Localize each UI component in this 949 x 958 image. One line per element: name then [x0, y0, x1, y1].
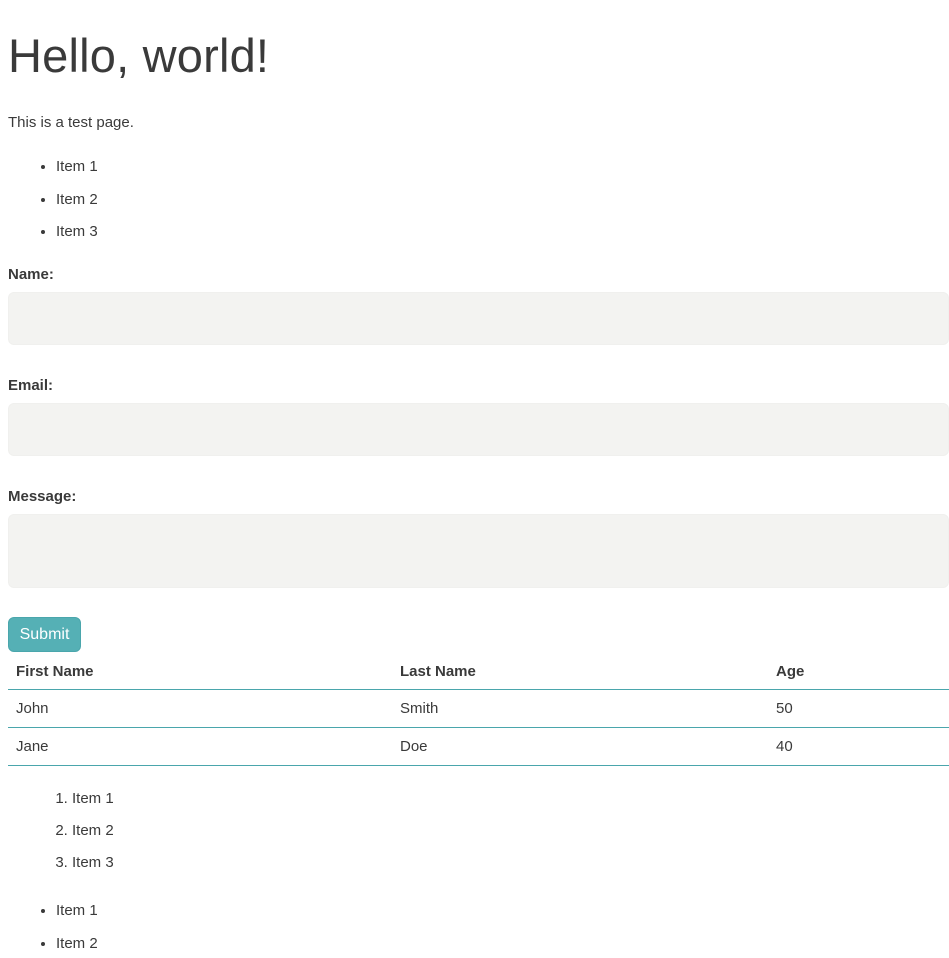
list-item: Item 2 — [56, 934, 98, 958]
table-header-row: First Name Last Name Age — [8, 653, 949, 690]
message-textarea[interactable] — [8, 514, 949, 588]
table-row: John Smith 50 — [8, 689, 949, 728]
list-item: Item 1 — [56, 157, 98, 190]
list-item: Item 1 — [72, 789, 114, 821]
page-title: Hello, world! — [8, 29, 270, 82]
email-input[interactable] — [8, 403, 949, 456]
cell-last-name: Doe — [392, 727, 768, 766]
list-item: Item 1 — [56, 901, 98, 934]
email-label: Email: — [8, 377, 54, 394]
list-item: Item 3 — [72, 853, 114, 885]
cell-first-name: Jane — [8, 727, 392, 766]
column-header-first-name: First Name — [8, 653, 392, 690]
list-item: Item 3 — [56, 222, 98, 255]
ordered-list: Item 1 Item 2 Item 3 — [8, 789, 114, 885]
intro-text: This is a test page. — [8, 114, 134, 131]
message-label: Message: — [8, 488, 77, 505]
bottom-bullet-list: Item 1 Item 2 — [8, 901, 98, 958]
list-item: Item 2 — [56, 190, 98, 223]
top-bullet-list: Item 1 Item 2 Item 3 — [8, 157, 98, 255]
column-header-last-name: Last Name — [392, 653, 768, 690]
cell-age: 40 — [768, 727, 949, 766]
submit-button[interactable]: Submit — [8, 617, 81, 652]
page: Hello, world! This is a test page. Item … — [0, 0, 949, 958]
name-label: Name: — [8, 266, 54, 283]
cell-last-name: Smith — [392, 689, 768, 728]
people-table: First Name Last Name Age John Smith 50 J… — [8, 653, 949, 766]
cell-age: 50 — [768, 689, 949, 728]
table-row: Jane Doe 40 — [8, 727, 949, 766]
cell-first-name: John — [8, 689, 392, 728]
column-header-age: Age — [768, 653, 949, 690]
name-input[interactable] — [8, 292, 949, 345]
list-item: Item 2 — [72, 821, 114, 853]
